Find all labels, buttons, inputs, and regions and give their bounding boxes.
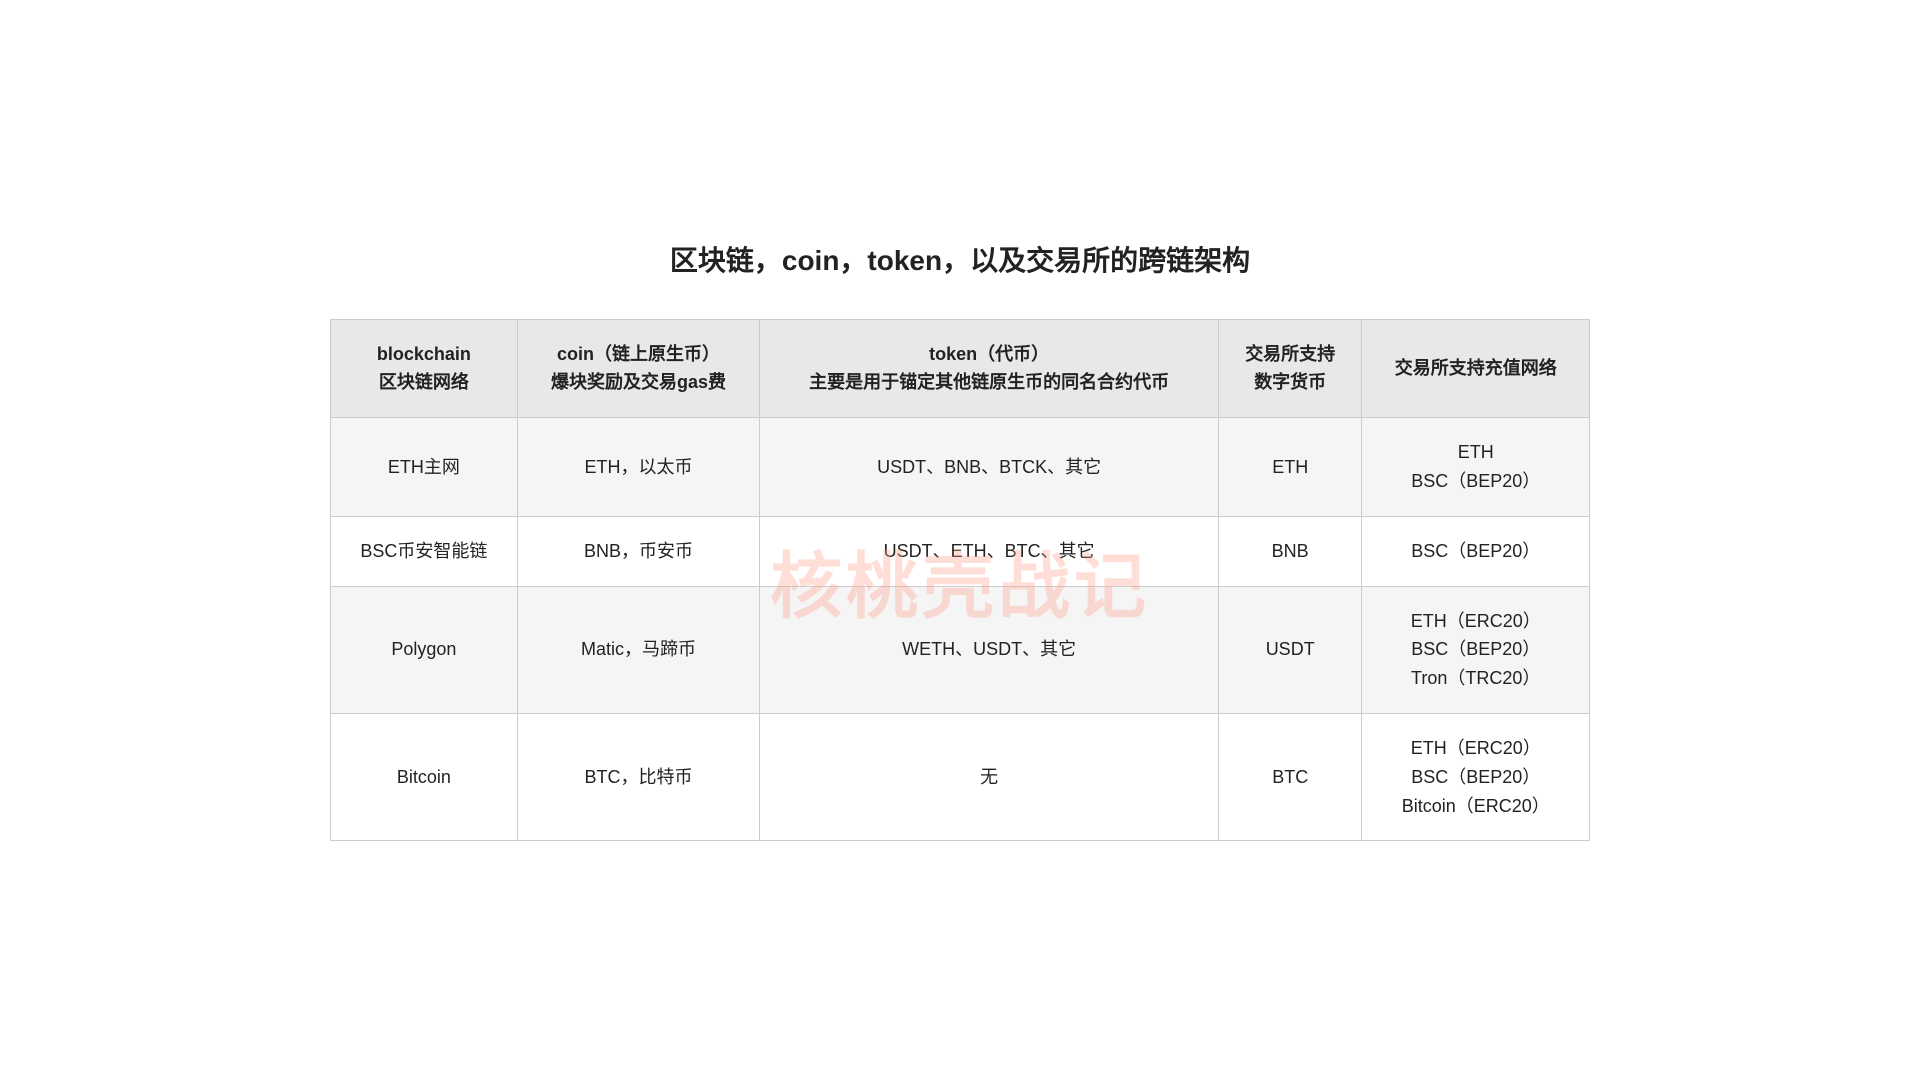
cell-blockchain: ETH主网 xyxy=(331,418,518,517)
table-wrapper: 核桃壳战记 blockchain 区块链网络 coin（链上原生币） 爆块奖励及… xyxy=(330,319,1590,842)
cell-exchange-network: ETH（ERC20）BSC（BEP20）Tron（TRC20） xyxy=(1362,586,1590,713)
table-row: BitcoinBTC，比特币无BTCETH（ERC20）BSC（BEP20）Bi… xyxy=(331,713,1590,840)
col-header-exchange-network: 交易所支持充值网络 xyxy=(1362,319,1590,418)
table-row: BSC币安智能链BNB，币安币USDT、ETH、BTC、其它BNBBSC（BEP… xyxy=(331,516,1590,586)
col-header-token-line1: token（代币） xyxy=(929,344,1049,364)
cell-exchange-coin: USDT xyxy=(1218,586,1362,713)
col-header-token: token（代币） 主要是用于锚定其他链原生币的同名合约代币 xyxy=(760,319,1219,418)
col-header-exchange-network-line1: 交易所支持充值网络 xyxy=(1395,358,1557,378)
cell-exchange-coin: ETH xyxy=(1218,418,1362,517)
col-header-token-line2: 主要是用于锚定其他链原生币的同名合约代币 xyxy=(809,372,1169,392)
cell-exchange-coin: BNB xyxy=(1218,516,1362,586)
col-header-exchange-coin-line1: 交易所支持 xyxy=(1245,344,1335,364)
cell-exchange-network: ETH（ERC20）BSC（BEP20）Bitcoin（ERC20） xyxy=(1362,713,1590,840)
col-header-exchange-coin-line2: 数字货币 xyxy=(1254,372,1326,392)
cell-coin: Matic，马蹄币 xyxy=(517,586,760,713)
cell-exchange-network: BSC（BEP20） xyxy=(1362,516,1590,586)
cell-blockchain: BSC币安智能链 xyxy=(331,516,518,586)
cell-token: USDT、ETH、BTC、其它 xyxy=(760,516,1219,586)
cell-coin: BTC，比特币 xyxy=(517,713,760,840)
table-row: PolygonMatic，马蹄币WETH、USDT、其它USDTETH（ERC2… xyxy=(331,586,1590,713)
col-header-blockchain-line2: 区块链网络 xyxy=(379,372,469,392)
cell-token: WETH、USDT、其它 xyxy=(760,586,1219,713)
cell-exchange-network: ETHBSC（BEP20） xyxy=(1362,418,1590,517)
cell-token: 无 xyxy=(760,713,1219,840)
col-header-blockchain: blockchain 区块链网络 xyxy=(331,319,518,418)
table-row: ETH主网ETH，以太币USDT、BNB、BTCK、其它ETHETHBSC（BE… xyxy=(331,418,1590,517)
cell-exchange-coin: BTC xyxy=(1218,713,1362,840)
main-table: blockchain 区块链网络 coin（链上原生币） 爆块奖励及交易gas费… xyxy=(330,319,1590,842)
cell-coin: ETH，以太币 xyxy=(517,418,760,517)
table-header-row: blockchain 区块链网络 coin（链上原生币） 爆块奖励及交易gas费… xyxy=(331,319,1590,418)
cell-blockchain: Bitcoin xyxy=(331,713,518,840)
page-title: 区块链，coin，token，以及交易所的跨链架构 xyxy=(670,239,1250,279)
col-header-blockchain-line1: blockchain xyxy=(377,344,471,364)
cell-blockchain: Polygon xyxy=(331,586,518,713)
cell-coin: BNB，币安币 xyxy=(517,516,760,586)
col-header-coin-line2: 爆块奖励及交易gas费 xyxy=(551,372,726,392)
col-header-coin-line1: coin（链上原生币） xyxy=(557,344,720,364)
col-header-coin: coin（链上原生币） 爆块奖励及交易gas费 xyxy=(517,319,760,418)
cell-token: USDT、BNB、BTCK、其它 xyxy=(760,418,1219,517)
col-header-exchange-coin: 交易所支持 数字货币 xyxy=(1218,319,1362,418)
